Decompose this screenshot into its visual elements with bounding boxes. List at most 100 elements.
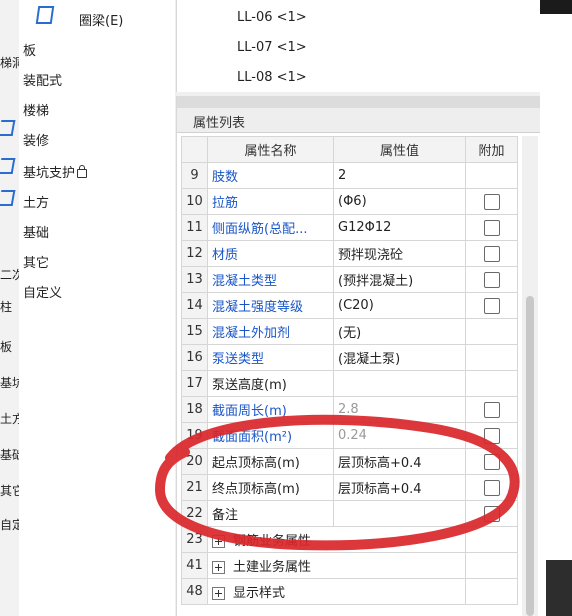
property-name[interactable]: 拉筋 xyxy=(207,188,334,215)
property-value[interactable] xyxy=(333,370,466,397)
property-value[interactable]: 层顶标高+0.4 xyxy=(333,448,466,475)
extra-checkbox[interactable] xyxy=(483,271,500,288)
row-number: 48 xyxy=(181,578,208,605)
tree-item-slab[interactable]: 板 xyxy=(23,40,36,59)
left-strip-item-7[interactable]: 基础 xyxy=(0,446,19,463)
row-number: 16 xyxy=(181,344,208,371)
table-row[interactable]: 11 侧面纵筋(总配... G12Φ12 xyxy=(181,214,518,241)
expand-plus-icon[interactable] xyxy=(212,587,225,600)
table-row[interactable]: 20 起点顶标高(m) 层顶标高+0.4 xyxy=(181,448,518,475)
extra-cell xyxy=(465,500,518,527)
tree-item-decoration[interactable]: 装修 xyxy=(23,130,49,149)
table-row[interactable]: 19 截面面积(m²) 0.24 xyxy=(181,422,518,449)
tree-item-stairs[interactable]: 楼梯 xyxy=(23,100,49,119)
left-strip-item-8[interactable]: 其它 xyxy=(0,482,19,499)
table-row[interactable]: 9 肢数 2 xyxy=(181,162,518,189)
tree-item-prefab[interactable]: 装配式 xyxy=(23,70,62,89)
property-name[interactable]: 备注 xyxy=(207,500,334,527)
property-value[interactable] xyxy=(333,500,466,527)
property-name[interactable]: 混凝土类型 xyxy=(207,266,334,293)
property-name[interactable]: 截面面积(m²) xyxy=(207,422,334,449)
expand-plus-icon[interactable] xyxy=(212,535,225,548)
table-row[interactable]: 18 截面周长(m) 2.8 xyxy=(181,396,518,423)
expand-plus-icon[interactable] xyxy=(212,561,225,574)
extra-checkbox[interactable] xyxy=(483,297,500,314)
left-strip-item-2[interactable]: 二次结构 xyxy=(0,266,19,283)
left-strip-item-9[interactable]: 自定义 xyxy=(0,516,19,533)
property-name[interactable]: 侧面纵筋(总配... xyxy=(207,214,334,241)
extra-checkbox[interactable] xyxy=(483,453,500,470)
left-strip-item-1[interactable]: 梯洞 xyxy=(0,54,19,71)
property-value[interactable]: 预拌现浇砼 xyxy=(333,240,466,267)
extra-cell xyxy=(465,474,518,501)
extra-cell xyxy=(465,552,518,579)
door-icon xyxy=(0,158,16,174)
tree-item-other[interactable]: 其它 xyxy=(23,252,49,271)
property-value[interactable]: (混凝土泵) xyxy=(333,344,466,371)
scrollbar-thumb[interactable] xyxy=(526,296,534,616)
group-label-cell[interactable]: 钢筋业务属性 xyxy=(207,526,466,553)
table-row[interactable]: 15 混凝土外加剂 (无) xyxy=(181,318,518,345)
property-name[interactable]: 混凝土外加剂 xyxy=(207,318,334,345)
property-panel-title: 属性列表 xyxy=(193,116,246,131)
tree-item-custom[interactable]: 自定义 xyxy=(23,282,62,301)
tree-item-ring-beam[interactable]: 圈梁(E) xyxy=(79,10,123,29)
table-row[interactable]: 22 备注 xyxy=(181,500,518,527)
table-row[interactable]: 14 混凝土强度等级 (C20) xyxy=(181,292,518,319)
group-row[interactable]: 23 钢筋业务属性 xyxy=(181,526,518,553)
list-item[interactable]: LL-06 <1> xyxy=(237,10,307,25)
table-row[interactable]: 21 终点顶标高(m) 层顶标高+0.4 xyxy=(181,474,518,501)
extra-checkbox[interactable] xyxy=(483,401,500,418)
group-label-cell[interactable]: 土建业务属性 xyxy=(207,552,466,579)
list-item[interactable]: LL-08 <1> xyxy=(237,70,307,85)
property-value[interactable]: (C20) xyxy=(333,292,466,319)
group-label: 钢筋业务属性 xyxy=(233,534,312,549)
group-row[interactable]: 41 土建业务属性 xyxy=(181,552,518,579)
property-value[interactable]: (Φ6) xyxy=(333,188,466,215)
property-name[interactable]: 混凝土强度等级 xyxy=(207,292,334,319)
property-value[interactable]: 层顶标高+0.4 xyxy=(333,474,466,501)
extra-checkbox[interactable] xyxy=(483,193,500,210)
property-value[interactable]: 0.24 xyxy=(333,422,466,449)
property-name[interactable]: 肢数 xyxy=(207,162,334,189)
extra-cell xyxy=(465,396,518,423)
extra-checkbox[interactable] xyxy=(483,245,500,262)
left-strip-item-3[interactable]: 柱 xyxy=(0,298,19,315)
tree-item-pit-support-label: 基坑支护 xyxy=(23,166,76,181)
group-label: 显示样式 xyxy=(233,586,286,601)
property-value[interactable]: 2 xyxy=(333,162,466,189)
table-row[interactable]: 13 混凝土类型 (预拌混凝土) xyxy=(181,266,518,293)
group-row[interactable]: 48 显示样式 xyxy=(181,578,518,605)
vertical-scrollbar[interactable] xyxy=(522,136,538,616)
extra-checkbox[interactable] xyxy=(483,219,500,236)
left-strip-item-6[interactable]: 土方 xyxy=(0,410,19,427)
property-name[interactable]: 终点顶标高(m) xyxy=(207,474,334,501)
table-row[interactable]: 16 泵送类型 (混凝土泵) xyxy=(181,344,518,371)
table-row[interactable]: 12 材质 预拌现浇砼 xyxy=(181,240,518,267)
table-row[interactable]: 17 泵送高度(m) xyxy=(181,370,518,397)
extra-checkbox[interactable] xyxy=(483,479,500,496)
left-strip-item-4[interactable]: 板 xyxy=(0,338,19,355)
property-value[interactable]: G12Φ12 xyxy=(333,214,466,241)
panel-splitter[interactable] xyxy=(177,96,541,108)
tree-item-pit-support[interactable]: 基坑支护 xyxy=(23,162,88,181)
property-name[interactable]: 截面周长(m) xyxy=(207,396,334,423)
table-row[interactable]: 10 拉筋 (Φ6) xyxy=(181,188,518,215)
property-name[interactable]: 材质 xyxy=(207,240,334,267)
property-value[interactable]: 2.8 xyxy=(333,396,466,423)
property-name[interactable]: 泵送类型 xyxy=(207,344,334,371)
tree-item-foundation[interactable]: 基础 xyxy=(23,222,49,241)
table-header-row: 属性名称 属性值 附加 xyxy=(181,136,518,163)
extra-checkbox[interactable] xyxy=(483,505,500,522)
lock-icon xyxy=(77,165,88,178)
property-name[interactable]: 泵送高度(m) xyxy=(207,370,334,397)
property-value[interactable]: (预拌混凝土) xyxy=(333,266,466,293)
list-item[interactable]: LL-07 <1> xyxy=(237,40,307,55)
property-name[interactable]: 起点顶标高(m) xyxy=(207,448,334,475)
group-label: 土建业务属性 xyxy=(233,560,312,575)
extra-checkbox[interactable] xyxy=(483,427,500,444)
tree-item-earthwork[interactable]: 土方 xyxy=(23,192,49,211)
group-label-cell[interactable]: 显示样式 xyxy=(207,578,466,605)
property-value[interactable]: (无) xyxy=(333,318,466,345)
left-strip-item-5[interactable]: 基坑支护 xyxy=(0,374,19,391)
